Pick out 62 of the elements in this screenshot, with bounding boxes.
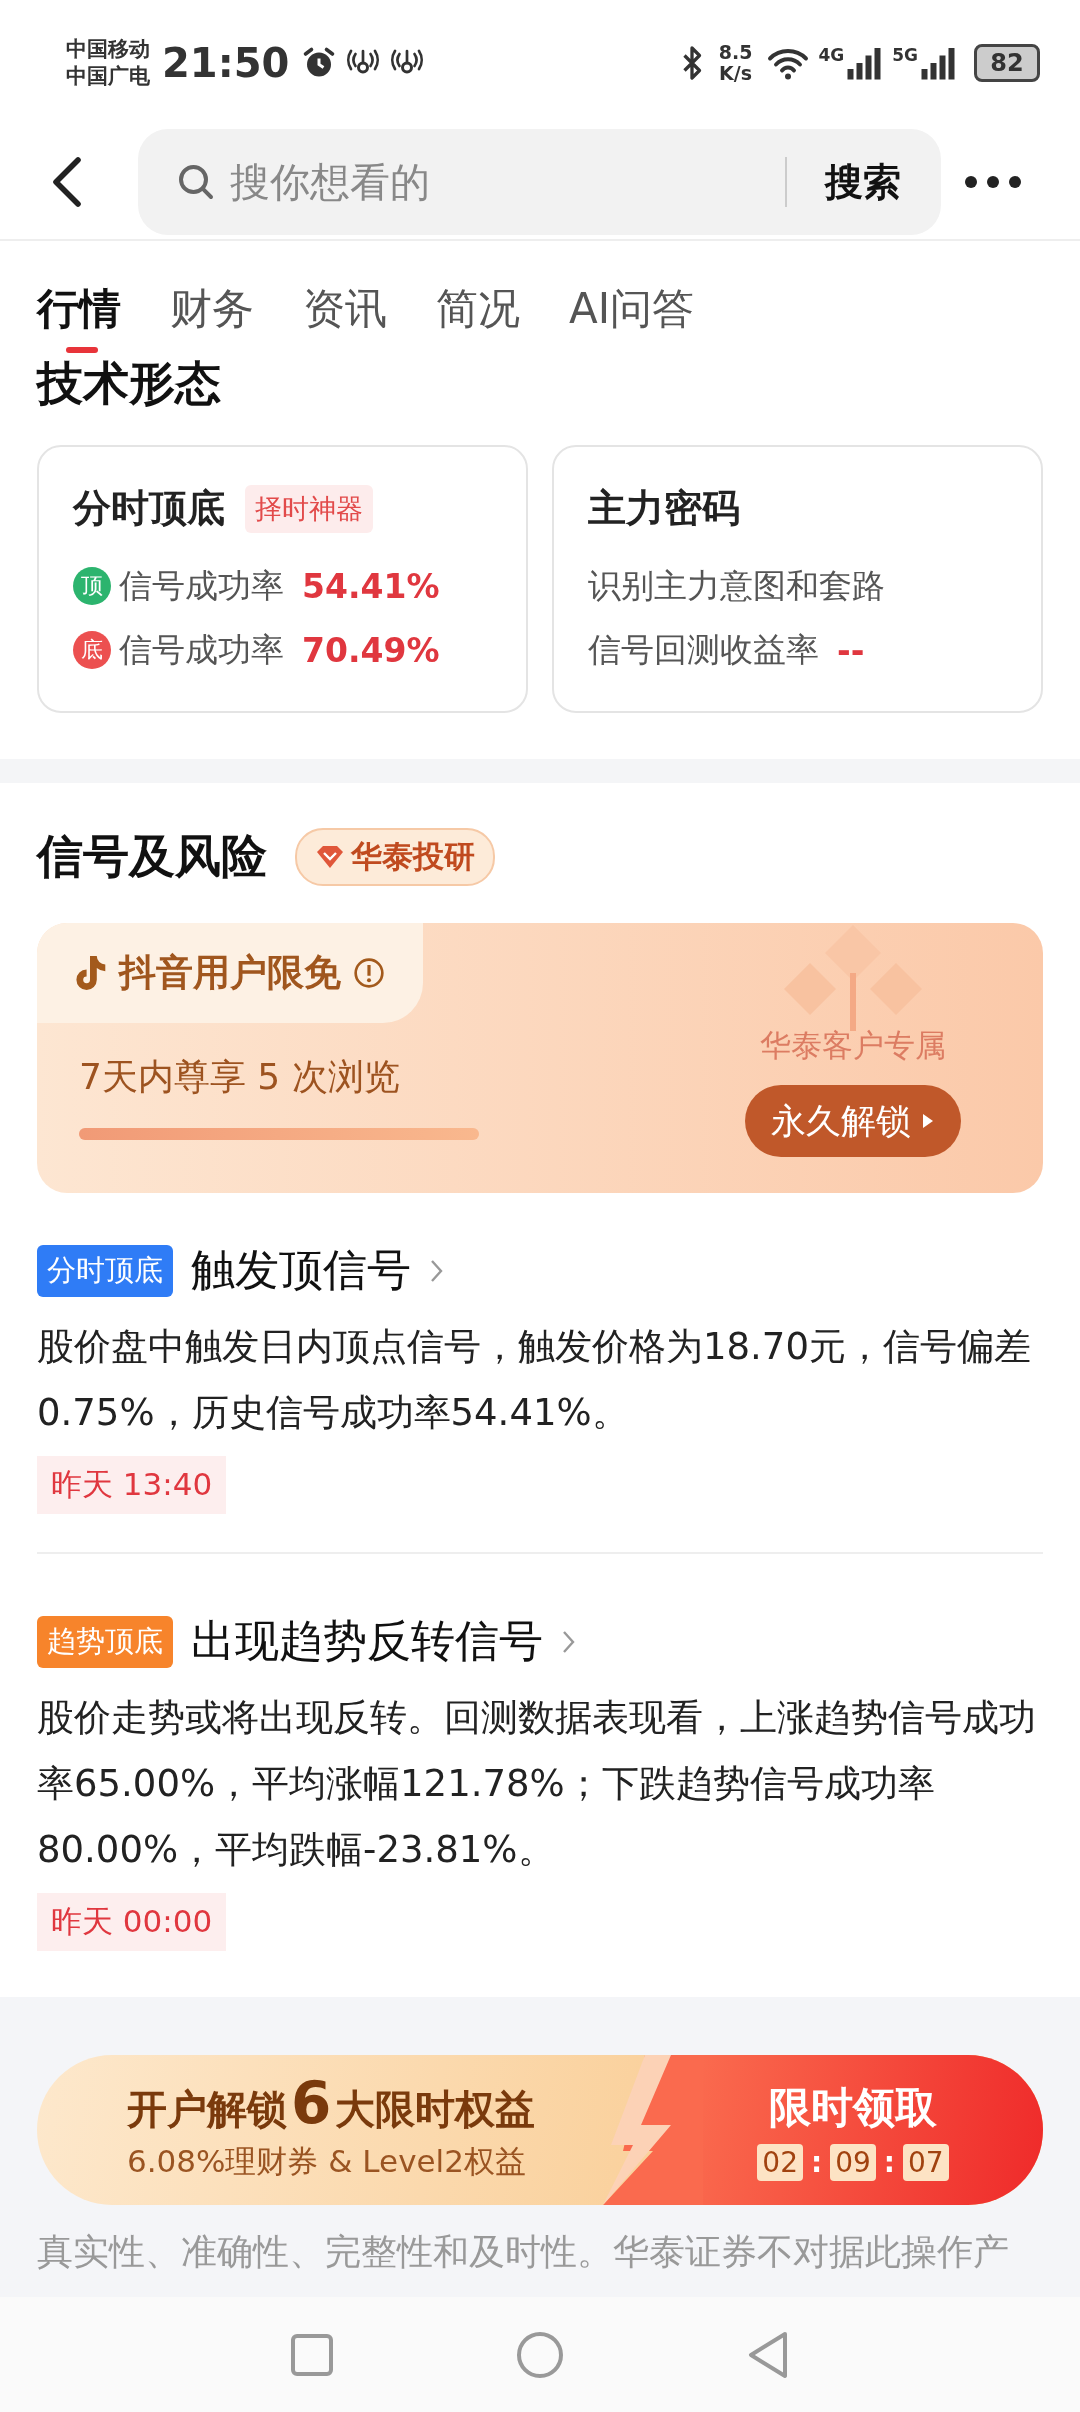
tab[interactable]: 资讯 [303, 283, 387, 353]
section-title: 信号及风险 [37, 828, 267, 885]
card-title: 主力密码 [588, 485, 740, 532]
feature-card[interactable]: 主力密码 识别主力意图和套路 信号回测收益率 -- [552, 445, 1043, 713]
promo-text: 7天内尊享 5 次浏览 [79, 1055, 401, 1099]
search-button[interactable]: 搜索 [825, 156, 901, 208]
signal-description: 股价盘中触发日内顶点信号，触发价格为18.70元，信号偏差0.75%，历史信号成功率54.41%。 [37, 1324, 1032, 1436]
carrier-name: 中国移动 [66, 35, 150, 63]
disclaimer-text: 真实性、准确性、完整性和及时性。华泰证券不对据此操作产 [37, 2230, 1010, 2274]
tab[interactable]: AI问答 [569, 283, 695, 353]
countdown-digits: 02 [757, 2143, 803, 2181]
network-type: 5G [892, 44, 918, 65]
section-title: 技术形态 [37, 355, 222, 412]
exclusive-label: 华泰客户专属 [760, 1026, 946, 1065]
home-icon[interactable] [515, 2329, 565, 2380]
more-icon[interactable] [963, 174, 1023, 190]
tag-label: 择时神器 [245, 484, 373, 533]
countdown-digits: 09 [830, 2143, 876, 2181]
row-value: -- [837, 630, 865, 670]
promo-label: 抖音用户限免 [119, 950, 341, 996]
row-label: 信号成功率 [119, 564, 284, 607]
row-label: 信号回测收益率 [588, 628, 819, 671]
battery-icon: 82 [974, 43, 1040, 82]
network-type: 4G [818, 44, 845, 65]
feature-card[interactable]: 分时顶底 择时神器 顶 信号成功率 54.41% 底 信号成功率 70.49% [37, 445, 528, 713]
music-note-icon [73, 954, 107, 992]
signal-description: 股价走势或将出现反转。回测数据表现看，上涨趋势信号成功率65.00%，平均涨幅121.78%；下跌趋势信号成功率80.00%，平均跌幅-23.81%。 [37, 1695, 1037, 1873]
tab[interactable]: 财务 [170, 283, 254, 353]
timestamp: 昨天 13:40 [37, 1456, 227, 1514]
row-value: 70.49% [302, 630, 440, 670]
signal-title[interactable]: 出现趋势反转信号 [191, 1612, 543, 1671]
tab[interactable]: 行情 [37, 283, 121, 353]
info-icon[interactable] [353, 957, 385, 989]
countdown-separator: : [810, 2145, 823, 2179]
carrier-name: 中国广电 [66, 62, 150, 90]
tab[interactable]: 简况 [436, 283, 520, 353]
play-icon [921, 1112, 935, 1130]
promo-title: 开户解锁6大限时权益 [127, 2077, 537, 2137]
signal-badge: 底 [73, 631, 111, 669]
clock-time: 21:50 [162, 39, 290, 86]
countdown-digits: 07 [903, 2143, 949, 2181]
card-title: 分时顶底 [73, 485, 225, 532]
signal-badge: 顶 [73, 567, 111, 605]
countdown-separator: : [883, 2145, 895, 2179]
category-tag: 趋势顶底 [37, 1615, 173, 1668]
timestamp: 昨天 00:00 [37, 1893, 227, 1951]
brand-badge: 华泰投研 [295, 828, 495, 886]
category-tag: 分时顶底 [37, 1244, 173, 1297]
row-value: 54.41% [302, 566, 440, 606]
claim-button[interactable]: 限时领取 [769, 2079, 937, 2136]
network-speed: 8.5 [718, 41, 753, 63]
promo-subtitle: 6.08%理财券 & Level2权益 [127, 2141, 527, 2181]
signal-title[interactable]: 触发顶信号 [191, 1241, 411, 1300]
recents-icon[interactable] [289, 2331, 335, 2378]
search-field[interactable]: 搜你想看的 搜索 [138, 129, 941, 235]
network-speed: K/s [719, 62, 753, 84]
unlock-button[interactable]: 永久解锁 [745, 1085, 961, 1157]
row-label: 信号成功率 [119, 628, 284, 671]
card-description: 识别主力意图和套路 [588, 564, 885, 607]
promo-banner[interactable]: 开户解锁6大限时权益 6.08%理财券 & Level2权益 限时领取 02 : 09 : 07 [37, 2055, 1043, 2205]
search-icon [176, 162, 216, 202]
diamond-icon [315, 844, 345, 870]
